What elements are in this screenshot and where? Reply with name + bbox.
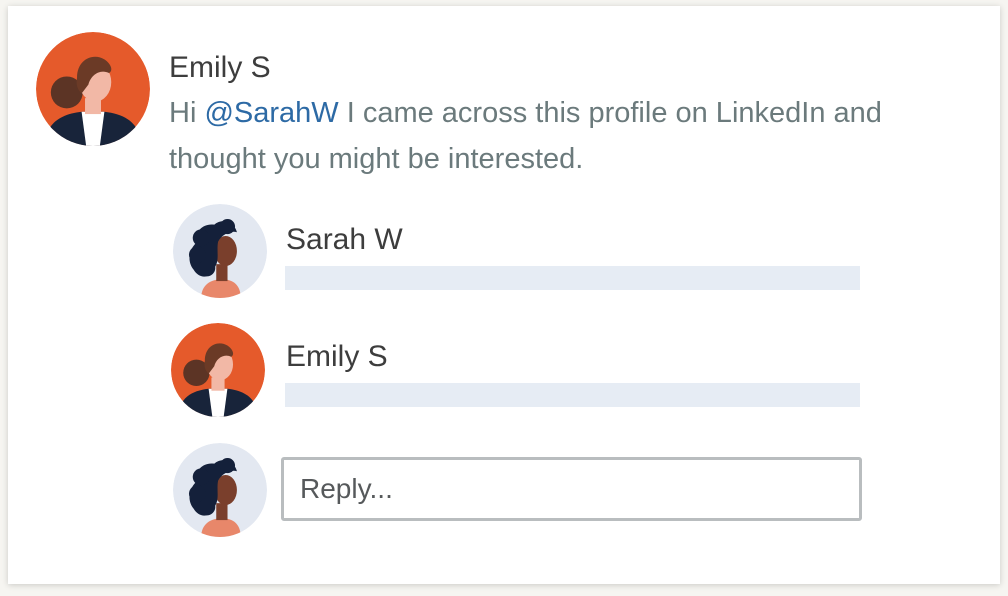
- comment-author-name[interactable]: Emily S: [286, 339, 388, 375]
- reply-input[interactable]: [284, 460, 859, 518]
- message-text-prefix: Hi: [169, 97, 205, 129]
- mention-link[interactable]: @SarahW: [204, 97, 338, 129]
- post-message: Hi @SarahW I came across this profile on…: [169, 90, 889, 182]
- post-card: Emily S Hi @SarahW I came across this pr…: [8, 6, 1000, 584]
- emily-avatar[interactable]: [171, 323, 265, 417]
- emily-avatar[interactable]: [36, 32, 150, 146]
- reply-box: [281, 457, 862, 521]
- post-author-name[interactable]: Emily S: [169, 50, 271, 86]
- sarah-avatar-icon: [173, 443, 267, 537]
- sarah-avatar-icon: [173, 204, 267, 298]
- emily-avatar-icon: [171, 323, 265, 417]
- comment-text-placeholder: [285, 266, 860, 290]
- comment-author-name[interactable]: Sarah W: [286, 222, 403, 258]
- comment-text-placeholder: [285, 383, 860, 407]
- sarah-avatar[interactable]: [173, 204, 267, 298]
- sarah-avatar: [173, 443, 267, 537]
- emily-avatar-icon: [36, 32, 150, 146]
